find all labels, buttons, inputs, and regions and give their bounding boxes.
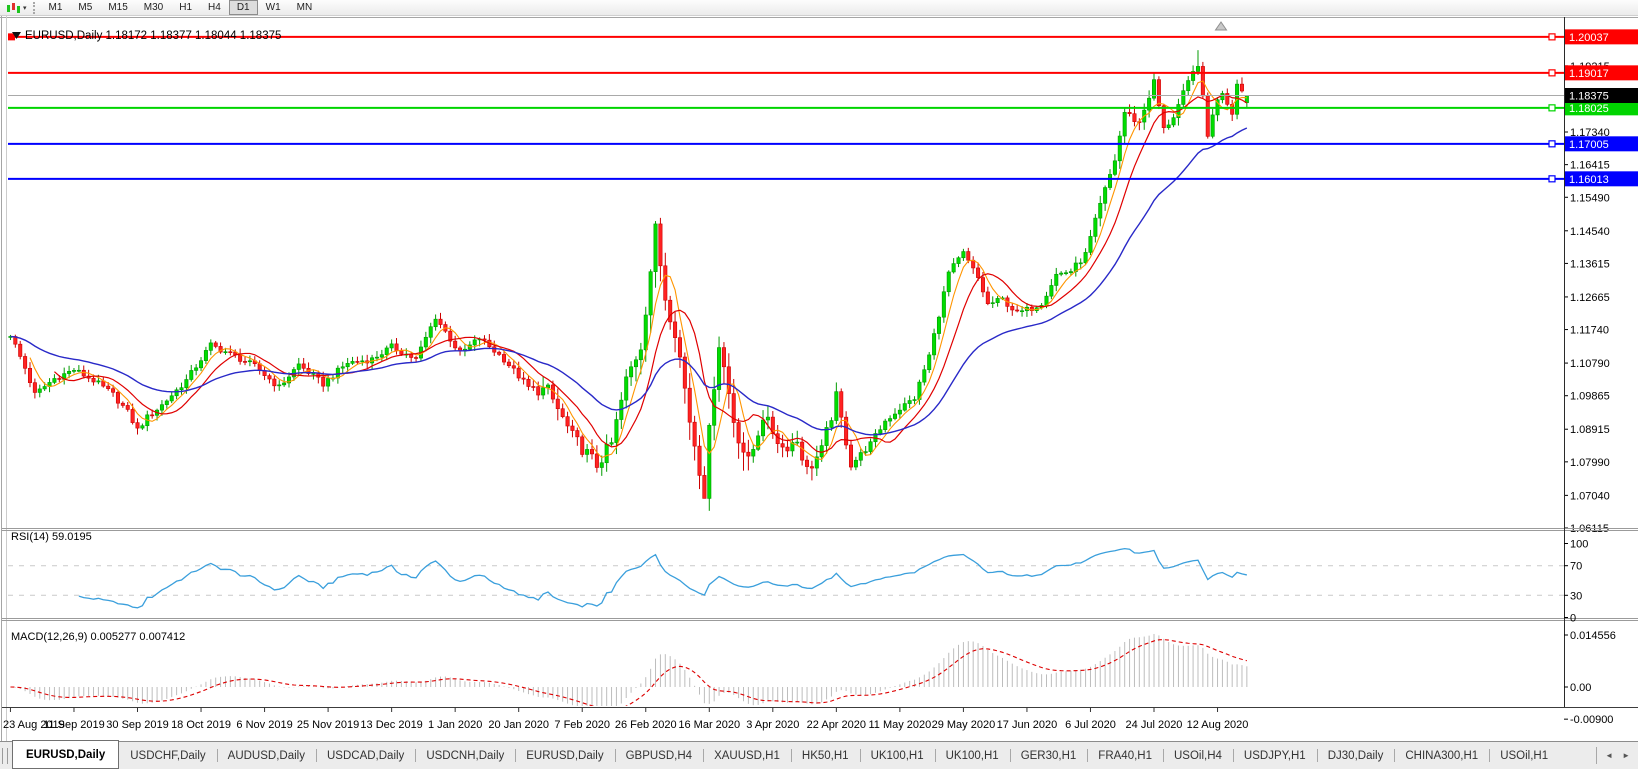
timeframe-button-m1[interactable]: M1 [41, 0, 71, 15]
chart-tab-usoil-h4-13[interactable]: USOil,H4 [1163, 742, 1233, 769]
chart-tab-audusd-daily-2[interactable]: AUDUSD,Daily [217, 742, 316, 769]
svg-text:13 Dec 2019: 13 Dec 2019 [360, 719, 422, 731]
chart-tab-eurusd-daily-0[interactable]: EURUSD,Daily [12, 740, 119, 769]
chart-tab-usdcad-daily-3[interactable]: USDCAD,Daily [316, 742, 415, 769]
svg-text:18 Oct 2019: 18 Oct 2019 [171, 719, 231, 731]
chart-tab-ger30-h1-11[interactable]: GER30,H1 [1010, 742, 1088, 769]
timeframe-button-d1[interactable]: D1 [229, 0, 258, 15]
chart-tab-uk100-h1-10[interactable]: UK100,H1 [935, 742, 1010, 769]
line-handle [1549, 34, 1555, 40]
svg-text:1.07990: 1.07990 [1570, 457, 1610, 469]
svg-text:1.19017: 1.19017 [1569, 68, 1609, 80]
chart-tab-usoil-h1-17[interactable]: USOil,H1 [1489, 742, 1559, 769]
chart-tab-usdcnh-daily-4[interactable]: USDCNH,Daily [415, 742, 515, 769]
svg-text:30: 30 [1570, 590, 1582, 602]
svg-text:1.07040: 1.07040 [1570, 490, 1610, 502]
svg-text:1.18025: 1.18025 [1569, 103, 1609, 115]
timeframe-button-m15[interactable]: M15 [100, 0, 135, 15]
timeframe-button-m30[interactable]: M30 [136, 0, 171, 15]
line-handle [1549, 141, 1555, 147]
chart-tab-china300-h1-16[interactable]: CHINA300,H1 [1394, 742, 1489, 769]
line-handle [1549, 176, 1555, 182]
svg-text:26 Feb 2020: 26 Feb 2020 [615, 719, 677, 731]
chart-tab-eurusd-daily-5[interactable]: EURUSD,Daily [515, 742, 614, 769]
chart-tab-uk100-h1-9[interactable]: UK100,H1 [860, 742, 935, 769]
svg-text:6 Nov 2019: 6 Nov 2019 [236, 719, 292, 731]
toolbar-grip[interactable] [33, 2, 35, 14]
svg-text:24 Jul 2020: 24 Jul 2020 [1126, 719, 1183, 731]
svg-text:-0.00900: -0.00900 [1570, 714, 1613, 726]
svg-text:1.12665: 1.12665 [1570, 292, 1610, 304]
svg-text:1.20037: 1.20037 [1569, 32, 1609, 44]
chart-type-button[interactable]: ▾ [3, 1, 30, 15]
svg-text:1.09865: 1.09865 [1570, 391, 1610, 403]
svg-text:0: 0 [1570, 613, 1576, 625]
timeframe-button-mn[interactable]: MN [289, 0, 321, 15]
svg-text:1.16415: 1.16415 [1570, 160, 1610, 172]
trading-terminal: ▾M1M5M15M30H1H4D1W1MN 1.192151.173401.16… [0, 0, 1638, 769]
svg-text:1 Jan 2020: 1 Jan 2020 [428, 719, 482, 731]
svg-text:6 Jul 2020: 6 Jul 2020 [1065, 719, 1116, 731]
chart-tab-usdjpy-h1-14[interactable]: USDJPY,H1 [1233, 742, 1317, 769]
timeframe-button-h4[interactable]: H4 [200, 0, 229, 15]
svg-text:7 Feb 2020: 7 Feb 2020 [554, 719, 610, 731]
svg-text:1.10790: 1.10790 [1570, 358, 1610, 370]
svg-text:1.08915: 1.08915 [1570, 424, 1610, 436]
chart-tab-gbpusd-h4-6[interactable]: GBPUSD,H4 [615, 742, 703, 769]
candlestick-chart-icon [6, 2, 21, 14]
chart-tab-usdchf-daily-1[interactable]: USDCHF,Daily [119, 742, 216, 769]
chart-tabs-bar: EURUSD,DailyUSDCHF,DailyAUDUSD,DailyUSDC… [0, 741, 1638, 769]
svg-text:100: 100 [1570, 539, 1588, 551]
scroll-tabs-right-button[interactable]: ► [1622, 751, 1630, 760]
svg-text:22 Apr 2020: 22 Apr 2020 [807, 719, 866, 731]
svg-text:1.13615: 1.13615 [1570, 258, 1610, 270]
chart-tab-xauusd-h1-7[interactable]: XAUUSD,H1 [703, 742, 791, 769]
svg-text:29 May 2020: 29 May 2020 [932, 719, 996, 731]
timeframe-button-w1[interactable]: W1 [258, 0, 289, 15]
svg-text:1.14540: 1.14540 [1570, 226, 1610, 238]
svg-text:16 Mar 2020: 16 Mar 2020 [678, 719, 740, 731]
chart-window: 1.192151.173401.164151.154901.145401.136… [0, 16, 1638, 741]
line-handle [1549, 70, 1555, 76]
svg-text:12 Aug 2020: 12 Aug 2020 [1187, 719, 1249, 731]
svg-text:1.17005: 1.17005 [1569, 139, 1609, 151]
svg-text:1.11740: 1.11740 [1570, 325, 1609, 337]
svg-text:3 Apr 2020: 3 Apr 2020 [746, 719, 799, 731]
chart-tab-hk50-h1-8[interactable]: HK50,H1 [791, 742, 860, 769]
svg-text:70: 70 [1570, 561, 1582, 573]
line-handle [1549, 105, 1555, 111]
svg-text:1.15490: 1.15490 [1570, 192, 1610, 204]
timeframe-toolbar: ▾ M1M5M15M30H1H4D1W1MN [0, 0, 1638, 16]
tab-scroll-buttons: ◄► [1596, 747, 1638, 763]
svg-text:11 May 2020: 11 May 2020 [868, 719, 931, 731]
chart-canvas[interactable]: 1.192151.173401.164151.154901.145401.136… [0, 16, 1638, 741]
tabbar-grip[interactable] [2, 748, 8, 764]
timeframe-button-h1[interactable]: H1 [171, 0, 200, 15]
svg-text:30 Sep 2019: 30 Sep 2019 [106, 719, 168, 731]
svg-text:17 Jun 2020: 17 Jun 2020 [997, 719, 1058, 731]
svg-text:1.18375: 1.18375 [1569, 90, 1609, 102]
chart-tab-fra40-h1-12[interactable]: FRA40,H1 [1087, 742, 1163, 769]
svg-text:0.00: 0.00 [1570, 682, 1591, 694]
svg-text:25 Nov 2019: 25 Nov 2019 [297, 719, 359, 731]
price-axis: 1.192151.173401.164151.154901.145401.136… [1564, 61, 1610, 535]
chart-tab-dj30-daily-15[interactable]: DJ30,Daily [1317, 742, 1395, 769]
scroll-tabs-left-button[interactable]: ◄ [1605, 751, 1613, 760]
svg-text:11 Sep 2019: 11 Sep 2019 [43, 719, 105, 731]
timeframe-button-m5[interactable]: M5 [70, 0, 100, 15]
dropdown-caret-icon: ▾ [23, 4, 27, 12]
svg-text:20 Jan 2020: 20 Jan 2020 [488, 719, 549, 731]
svg-text:1.16013: 1.16013 [1569, 174, 1609, 186]
svg-text:0.014556: 0.014556 [1570, 630, 1616, 642]
